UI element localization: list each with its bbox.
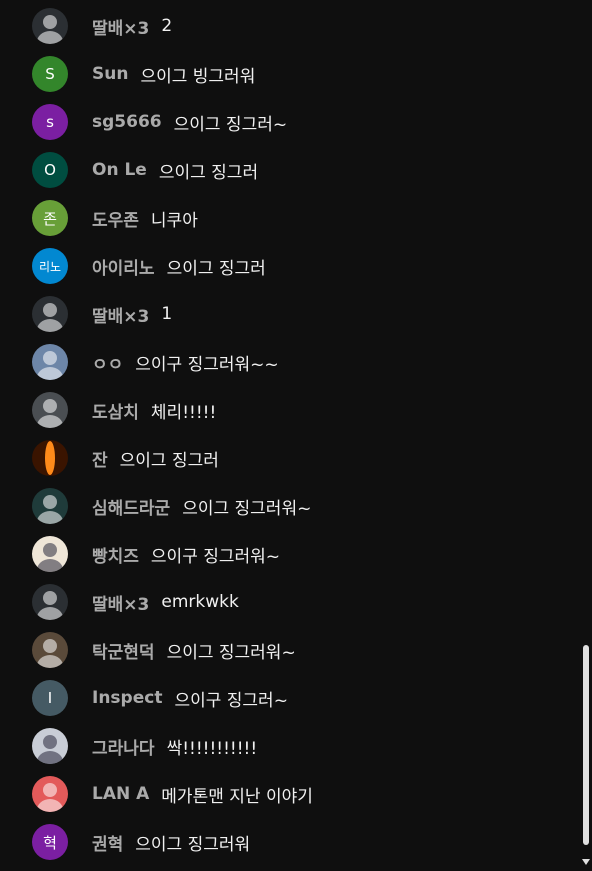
message-text: 으이그 징그러~ (173, 114, 288, 135)
chat-message[interactable]: ㅇㅇ 으이구 징그러워~~ (32, 338, 572, 386)
avatar-letter: O (44, 161, 56, 179)
message-text: 메가톤맨 지난 이야기 (161, 786, 313, 807)
message-text: emrkwkk (161, 592, 239, 612)
avatar-photo-graphic (37, 15, 63, 44)
message-text: 으이구 징그러워~~ (135, 354, 279, 375)
author-name[interactable]: 딸배×3 (92, 302, 149, 327)
cartoon-photo[interactable] (32, 536, 68, 572)
author-name[interactable]: sg5666 (92, 112, 162, 132)
avatar-photo-graphic (37, 543, 63, 572)
chat-message[interactable]: O On Le 으이그 징그러 (32, 146, 572, 194)
chat-message[interactable]: 그라나다 싹!!!!!!!!!!! (32, 722, 572, 770)
message-text: 으이그 징그러 (119, 450, 219, 471)
avatar-letter: 존 (43, 209, 57, 228)
scroll-down-arrow-icon[interactable] (582, 859, 590, 865)
man-face-photo[interactable] (32, 392, 68, 428)
author-name[interactable]: Inspect (92, 688, 162, 708)
chat-message[interactable]: 딸배×3 1 (32, 290, 572, 338)
avatar-letter: S (45, 65, 55, 83)
avatar-letter-icon[interactable]: 혁 (32, 824, 68, 860)
chat-message[interactable]: 리노 아이리노 으이그 징그러 (32, 242, 572, 290)
author-name[interactable]: ㅇㅇ (92, 350, 123, 375)
smiling-man-photo[interactable] (32, 632, 68, 668)
message-text: 으이그 징그러워~ (182, 498, 312, 519)
avatar-letter-icon[interactable]: S (32, 56, 68, 92)
message-text: 으이그 징그러 (166, 258, 266, 279)
chat-message[interactable]: S Sun 으이그 빙그러워 (32, 50, 572, 98)
author-name[interactable]: 탁군현덕 (92, 638, 155, 663)
message-text: 으이구 징그러~ (174, 690, 288, 711)
cat-cartoon-photo[interactable] (32, 776, 68, 812)
avatar-letter: 혁 (43, 833, 57, 852)
author-name[interactable]: 도삼치 (92, 398, 139, 423)
author-name[interactable]: Sun (92, 64, 128, 84)
chat-message[interactable]: 딸배×3 emrkwkk (32, 578, 572, 626)
chat-scrollbar[interactable] (580, 0, 592, 871)
chat-message[interactable]: 빵치즈 으이구 징그러워~ (32, 530, 572, 578)
avatar-letter: I (47, 689, 53, 707)
chat-message[interactable]: 잔 으이그 징그러 (32, 434, 572, 482)
author-name[interactable]: 딸배×3 (92, 14, 149, 39)
avatar-photo-graphic (37, 735, 63, 764)
author-name[interactable]: 딸배×3 (92, 590, 149, 615)
message-text: 으이구 징그러워~ (150, 546, 281, 567)
scrollbar-thumb[interactable] (583, 645, 589, 845)
chat-message[interactable]: 도삼치 체리!!!!! (32, 386, 572, 434)
author-name[interactable]: 심해드라군 (92, 494, 170, 519)
author-name[interactable]: 그라나다 (92, 734, 155, 759)
message-text: 으이그 징그러워 (135, 834, 251, 855)
message-text: 2 (161, 16, 173, 36)
message-text: 체리!!!!! (150, 402, 217, 423)
baseball-player-photo[interactable] (32, 584, 68, 620)
avatar-photo-graphic (45, 441, 55, 475)
dragon-photo[interactable] (32, 488, 68, 524)
avatar-photo-graphic (37, 783, 63, 812)
orange-glow-photo[interactable] (32, 440, 68, 476)
baseball-player-photo[interactable] (32, 296, 68, 332)
author-name[interactable]: 아이리노 (92, 254, 155, 279)
avatar-letter: s (46, 113, 54, 131)
message-text: 으이그 징그러워~ (166, 642, 296, 663)
baseball-player-photo[interactable] (32, 8, 68, 44)
author-name[interactable]: 빵치즈 (92, 542, 139, 567)
chat-message[interactable]: 딸배×3 2 (32, 2, 572, 50)
author-name[interactable]: 도우존 (92, 206, 139, 231)
chat-message[interactable]: 탁군현덕 으이그 징그러워~ (32, 626, 572, 674)
avatar-photo-graphic (37, 399, 63, 428)
avatar-photo-graphic (37, 351, 63, 380)
avatar-letter-icon[interactable]: I (32, 680, 68, 716)
avatar-letter-icon[interactable]: O (32, 152, 68, 188)
message-text: 으이그 징그러 (158, 162, 259, 183)
live-chat-list: 딸배×3 2 S Sun 으이그 빙그러워 s sg5666 으이그 징그러~ O On Le 으이… (0, 0, 580, 871)
chat-message[interactable]: 심해드라군 으이그 징그러워~ (32, 482, 572, 530)
city-tower-photo[interactable] (32, 344, 68, 380)
avatar-photo-graphic (37, 303, 63, 332)
avatar-letter-icon[interactable]: 존 (32, 200, 68, 236)
chat-message[interactable]: I Inspect 으이구 징그러~ (32, 674, 572, 722)
message-text: 으이그 빙그러워 (140, 66, 256, 87)
author-name[interactable]: 권혁 (92, 830, 123, 855)
chat-message[interactable]: s sg5666 으이그 징그러~ (32, 98, 572, 146)
chat-message[interactable]: 존 도우존 니쿠아 (32, 194, 572, 242)
avatar-photo-graphic (37, 639, 63, 668)
chat-message[interactable]: LAN A 메가톤맨 지난 이야기 (32, 770, 572, 818)
avatar-letter-icon[interactable]: s (32, 104, 68, 140)
robot-photo[interactable] (32, 728, 68, 764)
message-text: 싹!!!!!!!!!!! (166, 738, 258, 759)
avatar-letter: 리노 (38, 259, 62, 274)
avatar-letter-icon[interactable]: 리노 (32, 248, 68, 284)
author-name[interactable]: LAN A (92, 784, 149, 804)
author-name[interactable]: On Le (92, 160, 147, 180)
avatar-photo-graphic (37, 591, 63, 620)
chat-message[interactable]: 혁 권혁 으이그 징그러워 (32, 818, 572, 866)
message-text: 니쿠아 (150, 210, 198, 231)
author-name[interactable]: 잔 (92, 446, 108, 471)
avatar-photo-graphic (37, 495, 63, 524)
message-text: 1 (161, 304, 173, 324)
